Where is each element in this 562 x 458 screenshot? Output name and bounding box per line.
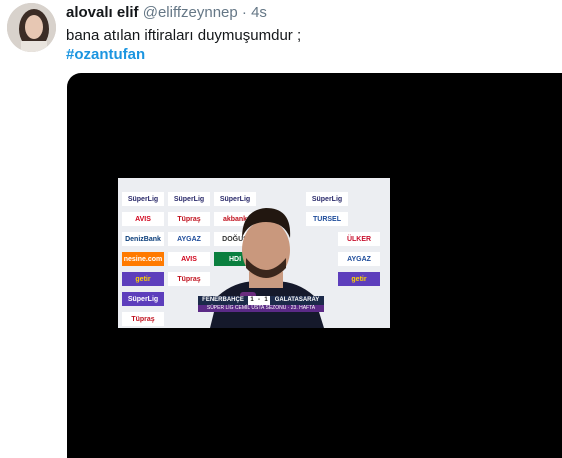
separator-dot: ·	[241, 4, 247, 21]
tweet-text: bana atılan iftiraları duymuşumdur ;	[66, 27, 302, 44]
match-subtitle: SÜPER LİG CEMİL USTA SEZONU · 23. HAFTA	[198, 305, 324, 312]
scoreboard: FENERBAHÇE 1 - 1 GALATASARAY SÜPER LİG C…	[118, 294, 390, 312]
tweet-header: alovalı elif @eliffzeynnep · 4s	[66, 4, 267, 22]
home-score: 1	[248, 296, 256, 305]
home-team: FENERBAHÇE	[198, 296, 248, 305]
away-team: GALATASARAY	[270, 296, 324, 305]
hashtag-link[interactable]: #ozantufan	[66, 45, 145, 64]
avatar[interactable]	[7, 3, 56, 52]
video-frame: SüperLig SüperLig SüperLig SüperLig AVIS Tüpr…	[118, 178, 390, 328]
tweet-time[interactable]: 4s	[251, 4, 267, 21]
away-score: 1	[262, 296, 270, 305]
avatar-image	[7, 3, 56, 52]
user-handle[interactable]: @eliffzeynnep	[143, 4, 238, 21]
user-name[interactable]: alovalı elif	[66, 4, 139, 21]
